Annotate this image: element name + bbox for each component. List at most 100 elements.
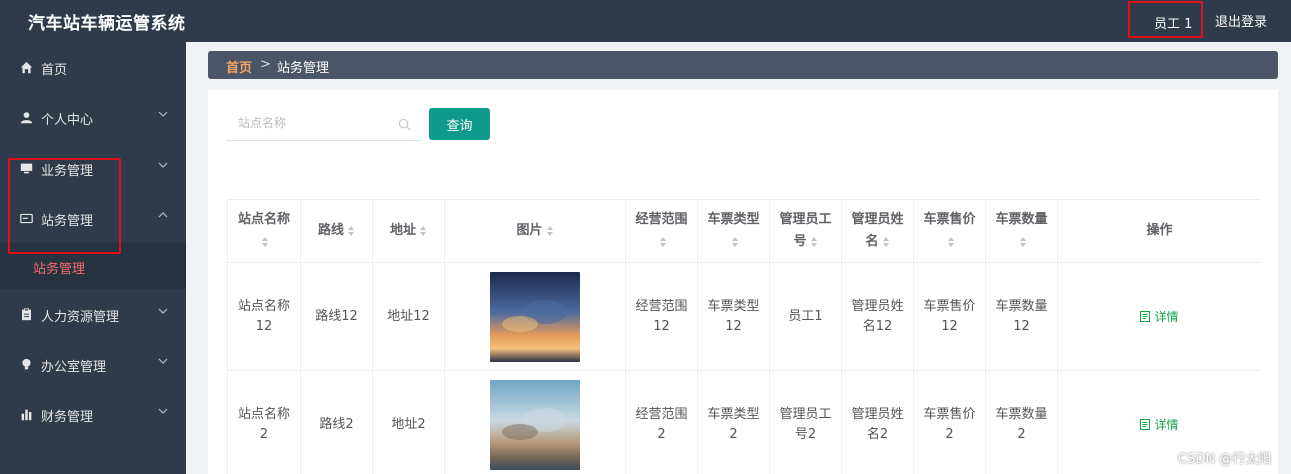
sidebar-subitem-label: 站务管理: [33, 262, 86, 277]
cell-text: 车票类型: [707, 298, 760, 314]
sidebar-item-home[interactable]: 首页: [0, 42, 186, 92]
document-icon: [1140, 419, 1151, 430]
cell-text: 车票数量: [995, 406, 1048, 422]
sidebar-item-business[interactable]: 业务管理: [0, 143, 186, 193]
column-header-label-line2: 号: [793, 234, 807, 249]
table-cell: 路线2: [301, 371, 373, 474]
chevron-down-icon: [158, 408, 168, 414]
chevron-down-icon: [158, 111, 168, 117]
table-cell: 地址12: [373, 263, 445, 371]
column-header[interactable]: 图片: [445, 200, 626, 263]
breadcrumb: 首页 > 站务管理: [208, 51, 1278, 79]
cell-text: 名2: [866, 426, 889, 442]
column-header[interactable]: 车票售价: [914, 200, 986, 263]
column-header-label: 站点名称: [237, 212, 290, 227]
column-header[interactable]: 车票数量: [986, 200, 1058, 263]
column-header-label: 操作: [1146, 223, 1173, 238]
sidebar-item-station[interactable]: 站务管理: [0, 193, 186, 243]
sidebar-item-label: 财务管理: [41, 410, 94, 425]
table-cell: 经营范围 2: [626, 371, 698, 474]
table-cell: 车票数量 2: [986, 371, 1058, 474]
column-header[interactable]: 经营范围: [626, 200, 698, 263]
cell-text: 车票售价: [923, 298, 976, 314]
sidebar-item-hr[interactable]: 人力资源管理: [0, 289, 186, 339]
cell-text: 管理员工: [779, 406, 832, 422]
search-field: [226, 108, 421, 141]
table-cell: 站点名称 12: [228, 263, 301, 371]
column-header[interactable]: 路线: [301, 200, 373, 263]
document-icon: [1140, 311, 1151, 322]
cell-text: 名12: [862, 318, 893, 334]
cell-text: 站点名称: [237, 298, 290, 314]
table-cell: 路线12: [301, 263, 373, 371]
cell-text: 2: [1017, 426, 1026, 442]
cell-text: 2: [657, 426, 666, 442]
watermark: CSDN @行太阳: [1178, 452, 1272, 467]
station-image[interactable]: [490, 379, 580, 470]
cell-text: 12: [653, 318, 670, 334]
sidebar-item-label: 首页: [41, 63, 68, 78]
chevron-down-icon: [158, 358, 168, 364]
column-header-label-line2: 名: [865, 234, 879, 249]
sort-caret-icon[interactable]: [659, 236, 667, 248]
logout-link[interactable]: 退出登录: [1215, 11, 1267, 30]
detail-button-label: 详情: [1154, 310, 1179, 324]
column-header-label: 车票售价: [923, 212, 976, 227]
column-header: 操作: [1058, 200, 1260, 263]
sort-caret-icon[interactable]: [810, 236, 818, 248]
cell-text: 管理员姓: [851, 406, 904, 422]
sidebar-item-personal-center[interactable]: 个人中心: [0, 92, 186, 142]
home-icon: [19, 60, 33, 74]
station-table: 站点名称 路线 地址 图片 经营范围 车票类型 管理员工号管理员姓名车票售价 车票数量 操作 站点…: [227, 199, 1260, 474]
sort-caret-icon[interactable]: [261, 236, 269, 248]
chevron-up-icon: [158, 212, 168, 218]
station-image[interactable]: [490, 271, 580, 362]
sidebar-item-office[interactable]: 办公室管理: [0, 339, 186, 389]
table-cell: 管理员姓名12: [842, 263, 914, 371]
table-cell: 车票类型 2: [698, 371, 770, 474]
table-cell: 详情: [1058, 263, 1260, 371]
column-header-label: 管理员工: [779, 212, 832, 227]
sidebar-item-label: 人力资源管理: [41, 310, 120, 325]
table-cell: 车票类型 12: [698, 263, 770, 371]
cell-text: 12: [255, 318, 273, 334]
sidebar-item-label: 业务管理: [41, 164, 94, 179]
chevron-down-icon: [158, 308, 168, 314]
table-cell: 车票售价 12: [914, 263, 986, 371]
column-header[interactable]: 车票类型: [698, 200, 770, 263]
table-cell: 车票数量 12: [986, 263, 1058, 371]
sort-caret-icon[interactable]: [731, 236, 739, 248]
query-button[interactable]: 查询: [429, 108, 490, 140]
sidebar-subitem-station-management[interactable]: 站务管理: [0, 243, 186, 289]
sidebar-item-finance[interactable]: 财务管理: [0, 389, 186, 439]
column-header-label: 车票数量: [995, 212, 1048, 227]
cell-text: 管理员姓: [851, 298, 904, 314]
cell-text: 12: [1013, 318, 1030, 334]
breadcrumb-separator: >: [260, 57, 271, 72]
table-cell: [445, 371, 626, 474]
sort-caret-icon[interactable]: [947, 236, 955, 248]
app-title: 汽车站车辆运管系统: [28, 14, 186, 34]
sort-caret-icon[interactable]: [347, 225, 355, 237]
search-input[interactable]: [238, 116, 393, 130]
sort-caret-icon[interactable]: [1019, 236, 1027, 248]
current-user[interactable]: 员工 1: [1128, 1, 1203, 38]
column-header[interactable]: 站点名称: [228, 200, 301, 263]
column-header-label: 经营范围: [635, 212, 688, 227]
detail-button[interactable]: 详情: [1140, 308, 1179, 325]
column-header[interactable]: 地址: [373, 200, 445, 263]
clipboard-icon: [19, 307, 33, 321]
sort-caret-icon[interactable]: [546, 225, 554, 237]
cell-text: 地址12: [387, 308, 430, 324]
breadcrumb-home[interactable]: 首页: [226, 57, 252, 76]
sort-caret-icon[interactable]: [419, 225, 427, 237]
cell-text: 12: [941, 318, 958, 334]
user-icon: [19, 110, 33, 124]
column-header[interactable]: 管理员工号: [770, 200, 842, 263]
detail-button[interactable]: 详情: [1140, 416, 1179, 433]
cell-text: 路线12: [315, 308, 358, 324]
breadcrumb-current: 站务管理: [277, 61, 330, 76]
column-header[interactable]: 管理员姓名: [842, 200, 914, 263]
cell-text: 经营范围: [635, 298, 688, 314]
sort-caret-icon[interactable]: [882, 236, 890, 248]
